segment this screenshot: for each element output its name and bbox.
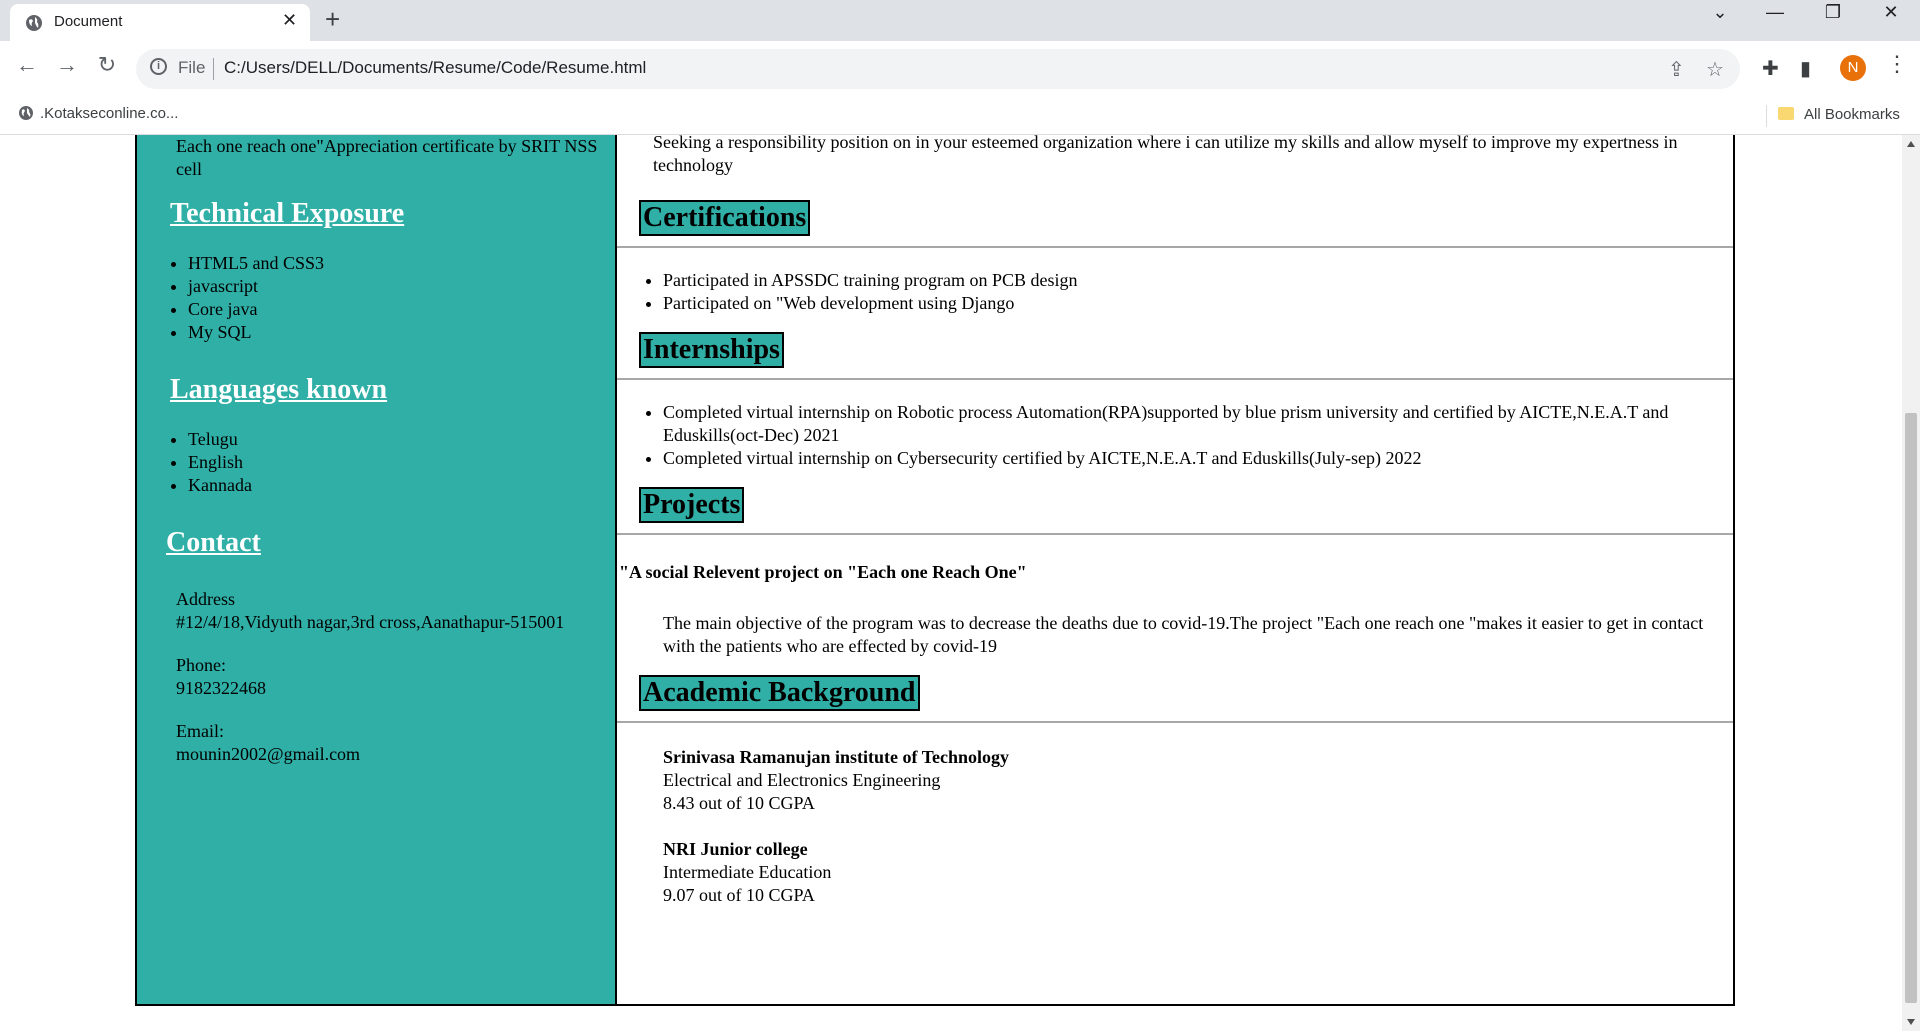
scroll-up-icon[interactable] bbox=[1907, 141, 1915, 147]
projects-heading: Projects bbox=[639, 487, 745, 523]
extensions-icon[interactable]: ✚ bbox=[1762, 56, 1779, 81]
address-block: Address #12/4/18,Vidyuth nagar,3rd cross… bbox=[176, 588, 564, 634]
score: 9.07 out of 10 CGPA bbox=[663, 885, 815, 905]
bookmark-item[interactable]: .Kotakseconline.co... bbox=[18, 105, 178, 122]
restore-icon[interactable]: ❐ bbox=[1810, 2, 1856, 23]
bookmark-star-icon[interactable]: ☆ bbox=[1706, 57, 1724, 82]
section-divider bbox=[617, 721, 1733, 723]
browser-toolbar: ← → ↻ i File C:/Users/DELL/Documents/Res… bbox=[0, 41, 1920, 99]
page-viewport: Each one reach one"Appreciation certific… bbox=[0, 135, 1902, 1031]
objective-text: Seeking a responsibility position on in … bbox=[653, 135, 1678, 175]
address-label: Address bbox=[176, 589, 235, 609]
globe-icon bbox=[26, 15, 42, 31]
internships-heading: Internships bbox=[639, 332, 784, 368]
address-value: #12/4/18,Vidyuth nagar,3rd cross,Aanatha… bbox=[176, 612, 565, 632]
tab-search-icon[interactable]: ⌄ bbox=[1697, 2, 1743, 23]
email-value: mounin2002@gmail.com bbox=[176, 744, 361, 764]
list-item: My SQL bbox=[188, 321, 324, 344]
education-entry: Srinivasa Ramanujan institute of Technol… bbox=[663, 746, 1009, 815]
section-divider bbox=[617, 246, 1733, 248]
forward-icon[interactable]: → bbox=[52, 52, 82, 78]
education-entry: NRI Junior college Intermediate Educatio… bbox=[663, 838, 831, 907]
phone-label: Phone: bbox=[176, 655, 227, 675]
vertical-scrollbar[interactable] bbox=[1902, 135, 1920, 1031]
score: 8.43 out of 10 CGPA bbox=[663, 793, 815, 813]
tab-strip: Document ✕ + ⌄ — ❐ ✕ bbox=[0, 0, 1920, 41]
side-panel-icon[interactable]: ▮ bbox=[1800, 56, 1811, 81]
list-item: Completed virtual internship on Robotic … bbox=[663, 401, 1703, 447]
list-item: javascript bbox=[188, 275, 324, 298]
menu-icon[interactable]: ⋮ bbox=[1886, 51, 1908, 77]
section-divider bbox=[617, 533, 1733, 535]
list-item: English bbox=[188, 451, 252, 474]
section-divider bbox=[617, 378, 1733, 380]
course-name: Electrical and Electronics Engineering bbox=[663, 770, 941, 790]
reload-icon[interactable]: ↻ bbox=[92, 52, 122, 78]
close-window-icon[interactable]: ✕ bbox=[1868, 2, 1914, 23]
list-item: HTML5 and CSS3 bbox=[188, 252, 324, 275]
email-label: Email: bbox=[176, 721, 224, 741]
back-icon[interactable]: ← bbox=[12, 52, 42, 78]
list-item: Kannada bbox=[188, 474, 252, 497]
profile-avatar[interactable]: N bbox=[1840, 55, 1866, 81]
omnibox-scheme-label: File bbox=[178, 58, 206, 77]
email-block: Email: mounin2002@gmail.com bbox=[176, 720, 360, 766]
list-item: Telugu bbox=[188, 428, 252, 451]
languages-heading: Languages known bbox=[170, 374, 388, 405]
bookmarks-bar: .Kotakseconline.co... All Bookmarks bbox=[0, 99, 1920, 135]
scrollbar-thumb[interactable] bbox=[1905, 413, 1917, 1003]
all-bookmarks-label: All Bookmarks bbox=[1804, 106, 1900, 123]
address-bar[interactable]: i File C:/Users/DELL/Documents/Resume/Co… bbox=[136, 49, 1740, 89]
list-item: Participated on "Web development using D… bbox=[663, 292, 1703, 315]
globe-icon bbox=[19, 106, 33, 120]
new-tab-icon[interactable]: + bbox=[325, 4, 340, 35]
institution-name: NRI Junior college bbox=[663, 839, 808, 859]
share-icon[interactable]: ⇪ bbox=[1668, 57, 1685, 82]
internships-list: Completed virtual internship on Robotic … bbox=[617, 401, 1703, 470]
list-item: Core java bbox=[188, 298, 324, 321]
browser-tab[interactable]: Document ✕ bbox=[10, 4, 310, 41]
folder-icon bbox=[1778, 107, 1794, 120]
course-name: Intermediate Education bbox=[663, 862, 832, 882]
certifications-list: Participated in APSSDC training program … bbox=[617, 269, 1703, 315]
project-title: "A social Relevent project on "Each one … bbox=[619, 562, 1027, 582]
bookmarks-divider bbox=[1766, 105, 1767, 127]
omnibox-divider bbox=[213, 58, 214, 80]
all-bookmarks-button[interactable]: All Bookmarks bbox=[1778, 106, 1900, 123]
certifications-heading: Certifications bbox=[639, 200, 811, 236]
phone-block: Phone: 9182322468 bbox=[176, 654, 266, 700]
minimize-icon[interactable]: — bbox=[1752, 2, 1798, 23]
technical-exposure-heading: Technical Exposure bbox=[170, 198, 405, 229]
contact-heading: Contact bbox=[166, 527, 261, 558]
list-item: Completed virtual internship on Cybersec… bbox=[663, 447, 1703, 470]
institution-name: Srinivasa Ramanujan institute of Technol… bbox=[663, 747, 1010, 767]
list-item: Participated in APSSDC training program … bbox=[663, 269, 1703, 292]
phone-value: 9182322468 bbox=[176, 678, 266, 698]
academic-heading: Academic Background bbox=[639, 675, 920, 711]
technical-list: HTML5 and CSS3 javascript Core java My S… bbox=[160, 252, 324, 344]
bookmark-label: .Kotakseconline.co... bbox=[40, 105, 179, 122]
resume-sidebar: Each one reach one"Appreciation certific… bbox=[135, 135, 617, 1006]
tab-title: Document bbox=[54, 13, 123, 30]
sidebar-certificate-text: Each one reach one"Appreciation certific… bbox=[176, 136, 598, 179]
scroll-down-icon[interactable] bbox=[1907, 1019, 1915, 1025]
close-tab-icon[interactable]: ✕ bbox=[282, 10, 297, 31]
info-icon[interactable]: i bbox=[150, 58, 167, 75]
project-description: The main objective of the program was to… bbox=[663, 613, 1704, 656]
url-text[interactable]: C:/Users/DELL/Documents/Resume/Code/Resu… bbox=[224, 58, 646, 78]
resume-main: Seeking a responsibility position on in … bbox=[617, 135, 1735, 1006]
languages-list: Telugu English Kannada bbox=[160, 428, 252, 497]
